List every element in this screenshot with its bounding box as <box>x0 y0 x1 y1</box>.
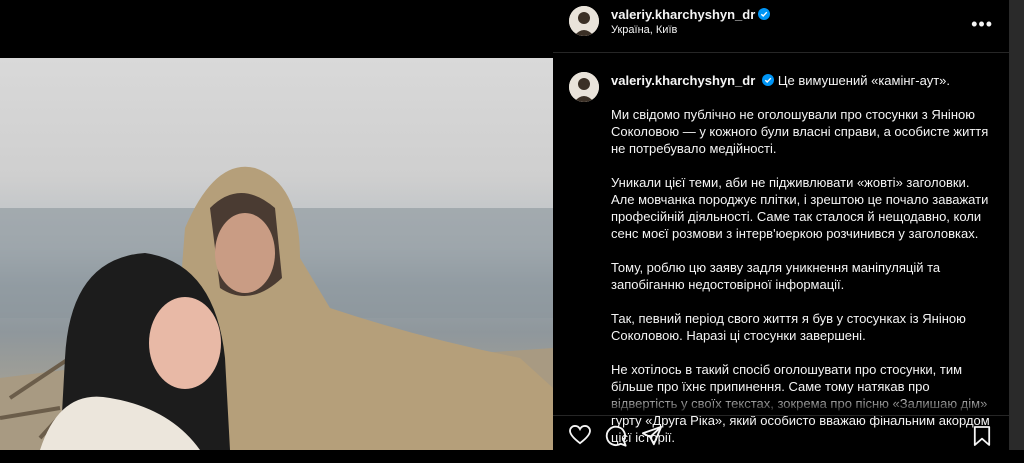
author-avatar[interactable] <box>569 6 599 36</box>
caption-paragraph: Так, певний період свого життя я був у с… <box>611 311 966 343</box>
send-icon[interactable] <box>641 425 663 447</box>
author-username[interactable]: valeriy.kharchyshyn_dr <box>611 7 755 22</box>
post-action-bar <box>553 415 1009 451</box>
caption-fade-overlay <box>553 395 1009 415</box>
caption-first-line: valeriy.kharchyshyn_dr Це вимушений «кам… <box>611 72 991 89</box>
caption-paragraph: Уникали цієї теми, аби не підживлювати «… <box>611 175 989 241</box>
avatar-image <box>569 6 599 36</box>
caption-paragraph: Тому, роблю цю заяву задля уникнення ман… <box>611 260 941 292</box>
post-location[interactable]: Україна, Київ <box>611 24 677 36</box>
post-header: valeriy.kharchyshyn_dr Україна, Київ ••• <box>553 0 1009 53</box>
verified-badge-icon <box>762 74 775 86</box>
couple-selfie-image <box>0 166 553 450</box>
bookmark-icon[interactable] <box>973 425 991 447</box>
caption-paragraph: Ми свідомо публічно не оголошували про с… <box>611 107 989 156</box>
caption-intro-text: Це вимушений «камінг-аут». <box>777 73 950 88</box>
post-photo[interactable] <box>0 58 553 450</box>
caption-author-avatar[interactable] <box>569 72 599 102</box>
background-page-edge <box>1009 0 1024 450</box>
comment-icon[interactable] <box>605 425 627 447</box>
post-media-panel <box>0 0 553 450</box>
verified-badge-icon <box>758 8 771 20</box>
more-options-icon[interactable]: ••• <box>971 14 993 35</box>
avatar-image <box>569 72 599 102</box>
caption-author-username[interactable]: valeriy.kharchyshyn_dr <box>611 73 755 88</box>
heart-icon[interactable] <box>569 425 591 445</box>
post-details-panel: valeriy.kharchyshyn_dr Україна, Київ •••… <box>553 0 1009 450</box>
